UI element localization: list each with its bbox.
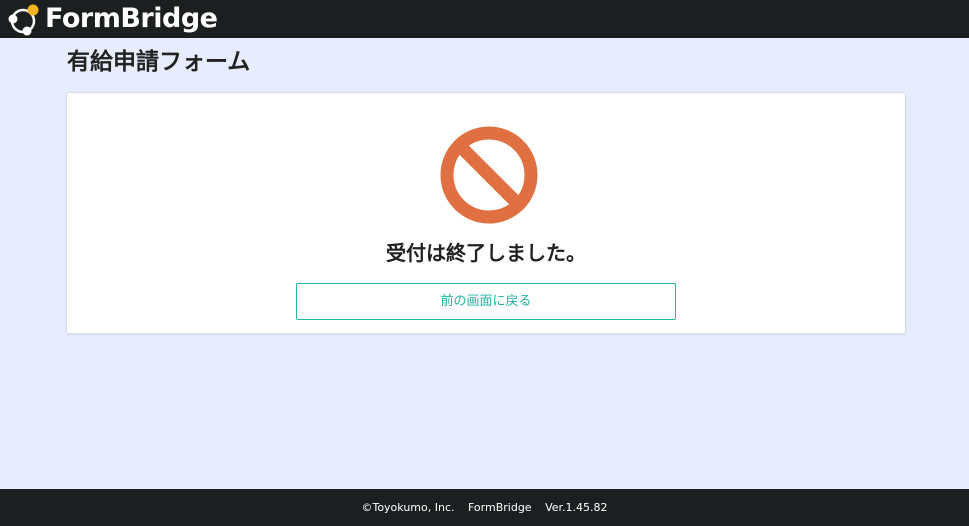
footer-copyright: ©Toyokumo, Inc.	[361, 501, 455, 514]
page-title: 有給申請フォーム	[67, 49, 251, 75]
back-button[interactable]: 前の画面に戻る	[296, 283, 676, 320]
closed-notice-card: 受付は終了しました。 前の画面に戻る	[66, 92, 906, 334]
footer-version: Ver.1.45.82	[545, 501, 608, 514]
footer: ©Toyokumo, Inc. FormBridge Ver.1.45.82	[0, 489, 969, 526]
ban-icon	[438, 124, 540, 226]
formbridge-logo[interactable]: FormBridge	[6, 1, 218, 37]
logo-text: FormBridge	[45, 3, 218, 34]
footer-product: FormBridge	[468, 501, 532, 514]
formbridge-logo-icon	[6, 2, 40, 36]
closed-message: 受付は終了しました。	[386, 241, 586, 265]
top-header-bar: FormBridge	[0, 0, 969, 38]
